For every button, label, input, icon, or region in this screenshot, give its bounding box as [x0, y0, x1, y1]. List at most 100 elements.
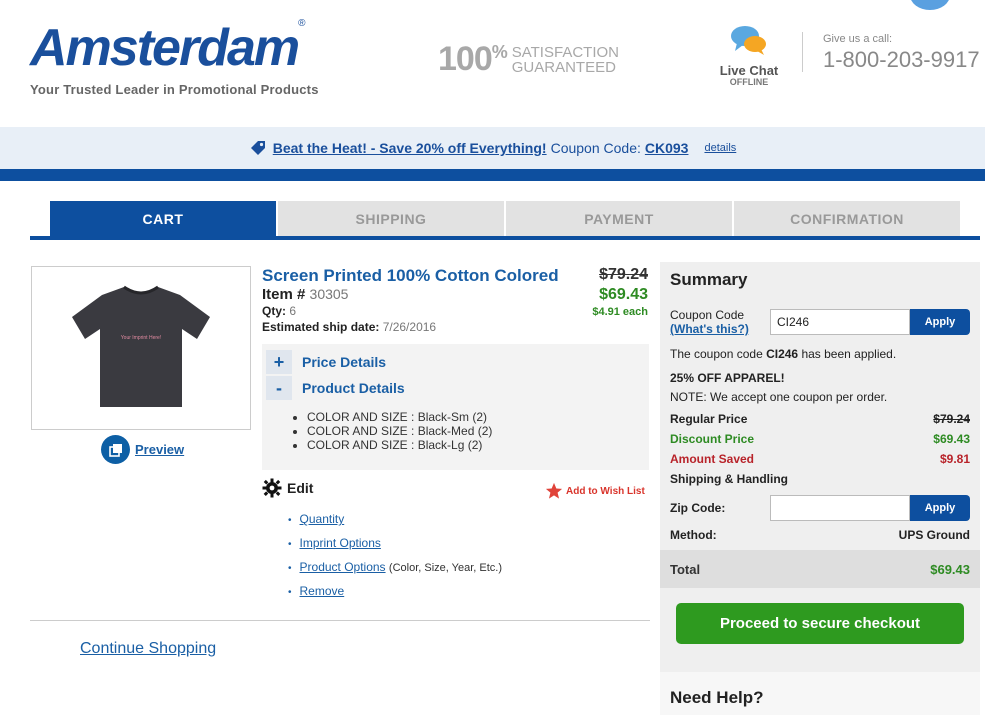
promo-headline-link[interactable]: Beat the Heat! - Save 20% off Everything… [273, 140, 547, 156]
help-section: Need Help? [660, 672, 980, 715]
product-image[interactable]: Your Imprint Here! [31, 266, 251, 430]
total-value: $69.43 [930, 561, 970, 577]
list-item: COLOR AND SIZE : Black-Lg (2) [307, 438, 492, 452]
list-item: COLOR AND SIZE : Black-Med (2) [307, 424, 492, 438]
qty-label: Qty: [262, 304, 286, 318]
edit-section-header: Edit [262, 478, 313, 498]
applied-code: CI246 [766, 347, 799, 361]
color-size-list: COLOR AND SIZE : Black-Sm (2) COLOR AND … [307, 410, 492, 452]
top-corner-icon[interactable] [910, 0, 950, 10]
amount-saved-row: Amount Saved $9.81 [670, 452, 970, 466]
satisfaction-guarantee: 100 % SATISFACTION GUARANTEED [438, 40, 619, 79]
continue-shopping-link[interactable]: Continue Shopping [80, 640, 216, 658]
shirt-imprint-text: Your Imprint Here! [121, 335, 161, 341]
product-options-note: (Color, Size, Year, Etc.) [388, 562, 503, 574]
promo-code-label: Coupon Code: [550, 140, 641, 156]
expand-icon[interactable]: + [266, 350, 292, 374]
coupon-offer: 25% OFF APPAREL! [670, 371, 785, 385]
apply-coupon-button[interactable]: Apply [910, 309, 970, 335]
coupon-applied-message: The coupon code CI246 has been applied. [670, 347, 970, 361]
live-chat-button[interactable]: Live Chat OFFLINE [716, 24, 782, 87]
whats-this-link[interactable]: (What's this?) [670, 322, 749, 336]
wishlist-label[interactable]: Add to Wish List [566, 486, 645, 497]
header-divider [802, 32, 803, 72]
product-title[interactable]: Screen Printed 100% Cotton Colored [262, 266, 559, 286]
zip-code-input[interactable] [770, 495, 910, 521]
call-info: Give us a call: 1-800-203-9917 [823, 33, 980, 73]
live-chat-label: Live Chat [719, 63, 779, 78]
tshirt-image: Your Imprint Here! [72, 285, 210, 407]
brand-logo[interactable]: Amsterdam® [30, 18, 305, 78]
step-payment: PAYMENT [506, 201, 732, 237]
promo-details-link[interactable]: details [704, 142, 736, 154]
step-cart[interactable]: CART [50, 201, 276, 237]
amount-saved-value: $9.81 [939, 452, 970, 466]
order-summary: Summary Coupon Code (What's this?) Apply… [660, 262, 980, 672]
original-price: $79.24 [599, 266, 648, 283]
edit-label: Edit [287, 480, 314, 496]
qty-value: 6 [289, 304, 297, 318]
apply-zip-button[interactable]: Apply [910, 495, 970, 521]
edit-product-options-link[interactable]: Product Options [300, 560, 386, 574]
total-label: Total [670, 561, 701, 577]
regular-price-value: $79.24 [933, 412, 970, 426]
satisfaction-line2: GUARANTEED [511, 58, 616, 76]
price-details-row[interactable]: + Price Details [266, 350, 386, 374]
checkout-button[interactable]: Proceed to secure checkout [676, 603, 964, 644]
applied-pre: The coupon code [670, 347, 767, 361]
product-quantity: Qty: 6 [262, 304, 296, 318]
coupon-code-label: Coupon Code (What's this?) [670, 308, 749, 336]
help-title: Need Help? [670, 688, 764, 707]
step-shipping: SHIPPING [278, 201, 504, 237]
satisfaction-number: 100 [438, 40, 493, 78]
shipping-method-row: Method: UPS Ground [670, 528, 970, 542]
product-details-row[interactable]: - Product Details [266, 376, 405, 400]
edit-link-item: Remove [288, 580, 502, 604]
promo-banner: Beat the Heat! - Save 20% off Everything… [0, 127, 985, 169]
satisfaction-text: SATISFACTION GUARANTEED [512, 45, 619, 75]
edit-imprint-link[interactable]: Imprint Options [300, 536, 381, 550]
edit-link-item: Quantity [288, 508, 502, 532]
chat-bubbles-icon [731, 26, 766, 55]
edit-link-item: Imprint Options [288, 532, 502, 556]
logo-registered-mark: ® [298, 18, 306, 29]
coupon-label-text: Coupon Code [670, 308, 745, 322]
product-details-label[interactable]: Product Details [302, 380, 405, 396]
applied-post: has been applied. [798, 347, 897, 361]
edit-links: Quantity Imprint Options Product Options… [288, 508, 503, 604]
call-label: Give us a call: [823, 33, 893, 45]
method-value: UPS Ground [898, 528, 970, 542]
preview-link[interactable]: Preview [135, 442, 184, 457]
remove-item-link[interactable]: Remove [300, 584, 345, 598]
phone-number[interactable]: 1-800-203-9917 [823, 47, 980, 73]
product-ship-date: Estimated ship date: 7/26/2016 [262, 320, 436, 334]
shipping-handling-label: Shipping & Handling [670, 472, 788, 486]
promo-code[interactable]: CK093 [645, 140, 689, 156]
price-details-label[interactable]: Price Details [302, 354, 386, 370]
discount-price-row: Discount Price $69.43 [670, 432, 970, 446]
edit-quantity-link[interactable]: Quantity [300, 512, 345, 526]
product-item-number: Item # 30305 [262, 286, 348, 303]
wishlist-button[interactable]: Add to Wish List [545, 482, 645, 500]
collapse-icon[interactable]: - [266, 376, 292, 400]
unit-price: $4.91 each [592, 306, 648, 318]
coupon-input[interactable] [770, 309, 910, 335]
brand-tagline: Your Trusted Leader in Promotional Produ… [30, 82, 319, 97]
preview-icon [101, 435, 130, 464]
logo-text: Amsterdam [30, 19, 300, 77]
method-label: Method: [670, 528, 717, 542]
ship-label: Estimated ship date: [262, 320, 380, 334]
coupon-note: NOTE: We accept one coupon per order. [670, 390, 888, 404]
amount-saved-label: Amount Saved [670, 452, 755, 466]
item-label: Item # [262, 286, 306, 303]
site-header: Amsterdam® Your Trusted Leader in Promot… [0, 0, 985, 127]
discount-price-value: $69.43 [933, 432, 970, 446]
summary-title: Summary [670, 270, 748, 289]
divider [30, 620, 650, 621]
star-icon [545, 482, 563, 499]
preview-button[interactable]: Preview [101, 435, 184, 464]
live-chat-status: OFFLINE [729, 77, 769, 87]
steps-underline [30, 236, 980, 240]
ship-date: 7/26/2016 [382, 320, 437, 334]
total-row: Total $69.43 [660, 550, 980, 588]
